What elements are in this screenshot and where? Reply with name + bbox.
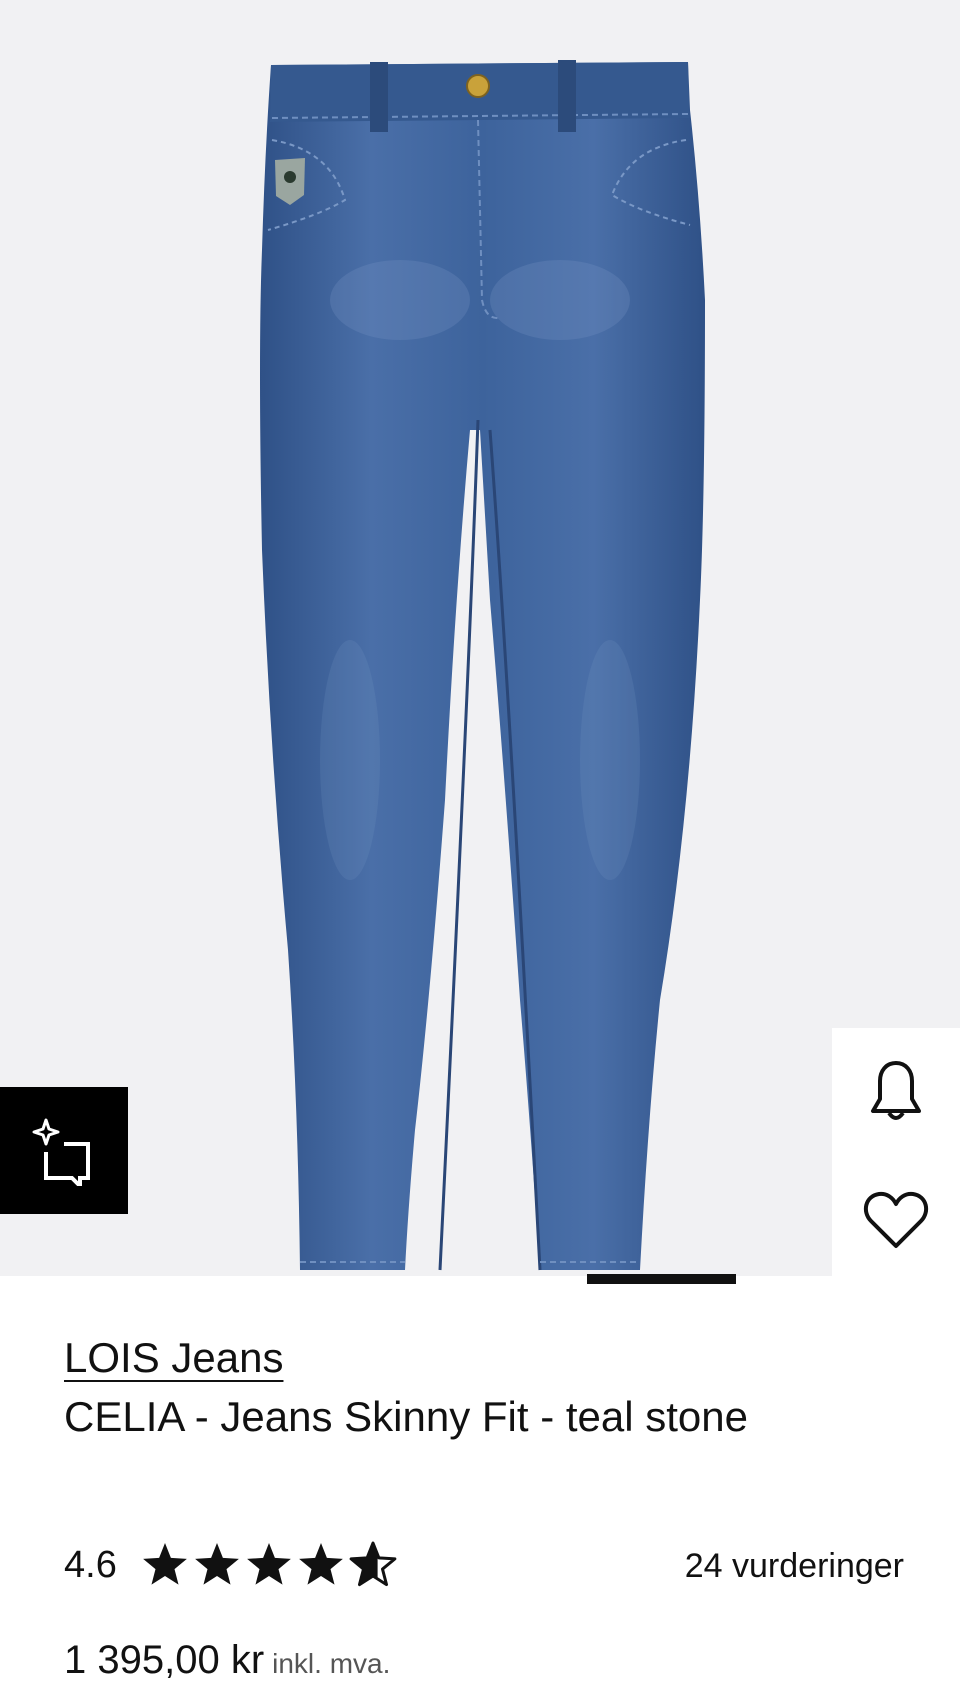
product-image	[260, 60, 705, 1271]
star-icon	[195, 1543, 239, 1585]
heart-icon	[863, 1191, 929, 1248]
virtual-try-on-button[interactable]	[0, 1087, 128, 1214]
product-actions-panel	[832, 1028, 960, 1285]
sparkle-frame-icon	[32, 1118, 90, 1186]
vat-note: inkl. mva.	[272, 1648, 391, 1679]
star-icon	[349, 1541, 397, 1587]
star-icon	[143, 1543, 187, 1585]
rating-value: 4.6	[64, 1544, 117, 1586]
star-icon	[247, 1543, 291, 1585]
rating-stars	[143, 1541, 397, 1587]
price: 1 395,00 kr	[64, 1638, 265, 1682]
product-image-gallery[interactable]	[0, 0, 960, 1276]
product-title: CELIA - Jeans Skinny Fit - teal stone	[64, 1393, 748, 1440]
notify-button[interactable]	[832, 1028, 960, 1156]
review-count-link[interactable]: 24 vurderinger	[685, 1545, 904, 1587]
bell-icon	[871, 1061, 921, 1120]
price-row: 1 395,00 kr inkl. mva.	[64, 1634, 390, 1686]
brand-link[interactable]: LOIS Jeans	[64, 1330, 283, 1386]
rating-row: 4.6 24 vurderinger	[64, 1535, 904, 1595]
carousel-active-indicator[interactable]	[587, 1274, 736, 1284]
star-icon	[299, 1543, 343, 1585]
wishlist-button[interactable]	[832, 1156, 960, 1284]
image-carousel-track	[0, 1274, 960, 1284]
